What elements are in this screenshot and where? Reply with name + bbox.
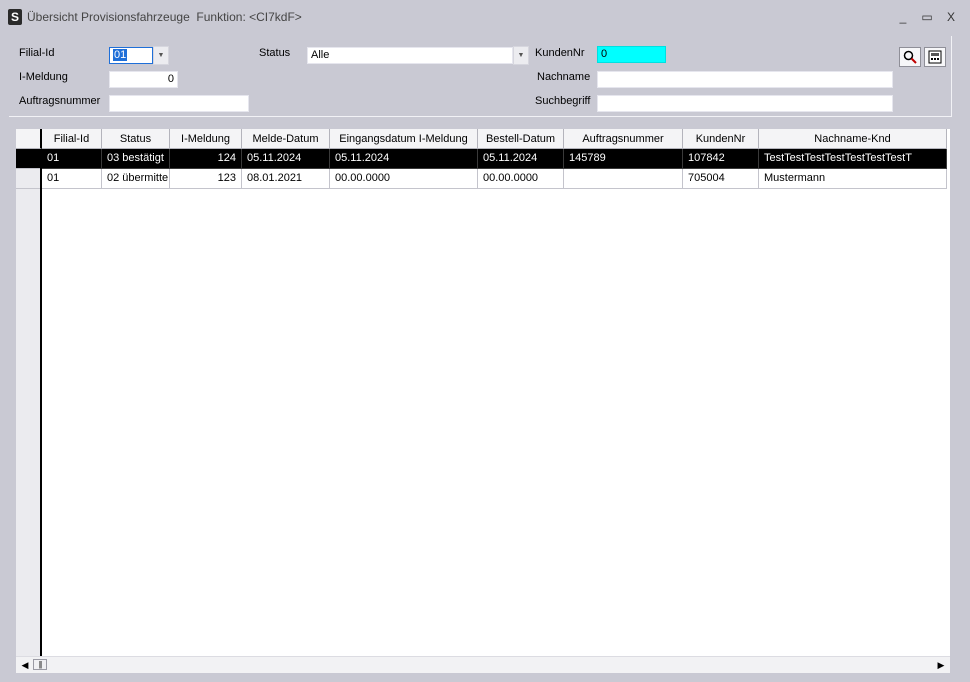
title-bar: S Übersicht Provisionsfahrzeuge Funktion… bbox=[0, 0, 970, 36]
cell-melde-datum[interactable]: 08.01.2021 bbox=[242, 169, 330, 189]
suchbegriff-input[interactable] bbox=[597, 95, 893, 112]
cell-bestell-datum[interactable]: 00.00.0000 bbox=[478, 169, 564, 189]
row-indicator-selected[interactable] bbox=[16, 149, 40, 169]
cell-melde-datum[interactable]: 05.11.2024 bbox=[242, 149, 330, 169]
window-title: Übersicht Provisionsfahrzeuge Funktion: … bbox=[27, 10, 302, 24]
cell-eingangsdatum[interactable]: 05.11.2024 bbox=[330, 149, 478, 169]
col-header-nachname-knd[interactable]: Nachname-Knd bbox=[759, 129, 947, 149]
cell-i-meldung[interactable]: 124 bbox=[170, 149, 242, 169]
grid-corner bbox=[16, 129, 42, 149]
col-header-eingangsdatum[interactable]: Eingangsdatum I-Meldung bbox=[330, 129, 478, 149]
col-header-auftragsnummer[interactable]: Auftragsnummer bbox=[564, 129, 683, 149]
col-header-i-meldung[interactable]: I-Meldung bbox=[170, 129, 242, 149]
minimize-button[interactable]: _ bbox=[894, 8, 912, 26]
maximize-button[interactable]: ▭ bbox=[918, 8, 936, 26]
suchbegriff-label: Suchbegriff bbox=[535, 95, 591, 107]
i-meldung-label: I-Meldung bbox=[19, 71, 68, 83]
filial-id-value: 01 bbox=[113, 49, 128, 61]
filial-id-select[interactable]: 01 bbox=[109, 47, 153, 64]
calculator-icon[interactable] bbox=[924, 47, 946, 67]
close-button[interactable]: X bbox=[942, 8, 960, 26]
cell-filial-id[interactable]: 01 bbox=[42, 169, 102, 189]
row-header-column bbox=[16, 129, 42, 656]
col-header-status[interactable]: Status bbox=[102, 129, 170, 149]
col-header-filial-id[interactable]: Filial-Id bbox=[42, 129, 102, 149]
auftragsnummer-label: Auftragsnummer bbox=[19, 95, 101, 107]
horizontal-scrollbar[interactable]: ◀ ||| ▶ bbox=[16, 656, 950, 673]
status-value: Alle bbox=[311, 49, 330, 61]
i-meldung-input[interactable]: 0 bbox=[109, 71, 178, 88]
col-header-melde-datum[interactable]: Melde-Datum bbox=[242, 129, 330, 149]
cell-bestell-datum[interactable]: 05.11.2024 bbox=[478, 149, 564, 169]
status-select[interactable]: Alle bbox=[307, 47, 513, 64]
scroll-right-icon[interactable]: ▶ bbox=[934, 658, 948, 672]
cell-auftragsnummer[interactable]: 145789 bbox=[564, 149, 683, 169]
cell-i-meldung[interactable]: 123 bbox=[170, 169, 242, 189]
cell-filial-id[interactable]: 01 bbox=[42, 149, 102, 169]
cell-kundennr[interactable]: 107842 bbox=[683, 149, 759, 169]
status-dropdown-icon[interactable]: ▼ bbox=[513, 46, 529, 65]
cell-kundennr[interactable]: 705004 bbox=[683, 169, 759, 189]
filial-id-label: Filial-Id bbox=[19, 47, 55, 59]
cell-nachname-knd[interactable]: TestTestTestTestTestTestTestT bbox=[759, 149, 947, 169]
col-header-kundennr[interactable]: KundenNr bbox=[683, 129, 759, 149]
auftragsnummer-input[interactable] bbox=[109, 95, 249, 112]
scrollbar-thumb[interactable]: ||| bbox=[33, 659, 47, 670]
scroll-left-icon[interactable]: ◀ bbox=[18, 658, 32, 672]
kundennr-input[interactable]: 0 bbox=[597, 46, 666, 63]
search-magnifier-icon[interactable] bbox=[899, 47, 921, 67]
kundennr-label: KundenNr bbox=[535, 47, 585, 59]
status-label: Status bbox=[259, 47, 291, 59]
cell-eingangsdatum[interactable]: 00.00.0000 bbox=[330, 169, 478, 189]
col-header-bestell-datum[interactable]: Bestell-Datum bbox=[478, 129, 564, 149]
cell-nachname-knd[interactable]: Mustermann bbox=[759, 169, 947, 189]
app-icon: S bbox=[8, 9, 22, 25]
nachname-input[interactable] bbox=[597, 71, 893, 88]
filial-id-dropdown-icon[interactable]: ▼ bbox=[153, 46, 169, 65]
cell-status[interactable]: 02 übermitte bbox=[102, 169, 170, 189]
cell-auftragsnummer[interactable] bbox=[564, 169, 683, 189]
row-indicator[interactable] bbox=[16, 169, 40, 189]
cell-status[interactable]: 03 bestätigt bbox=[102, 149, 170, 169]
nachname-label: Nachname bbox=[537, 71, 591, 83]
results-grid[interactable]: Filial-Id Status I-Meldung Melde-Datum E… bbox=[16, 129, 950, 656]
